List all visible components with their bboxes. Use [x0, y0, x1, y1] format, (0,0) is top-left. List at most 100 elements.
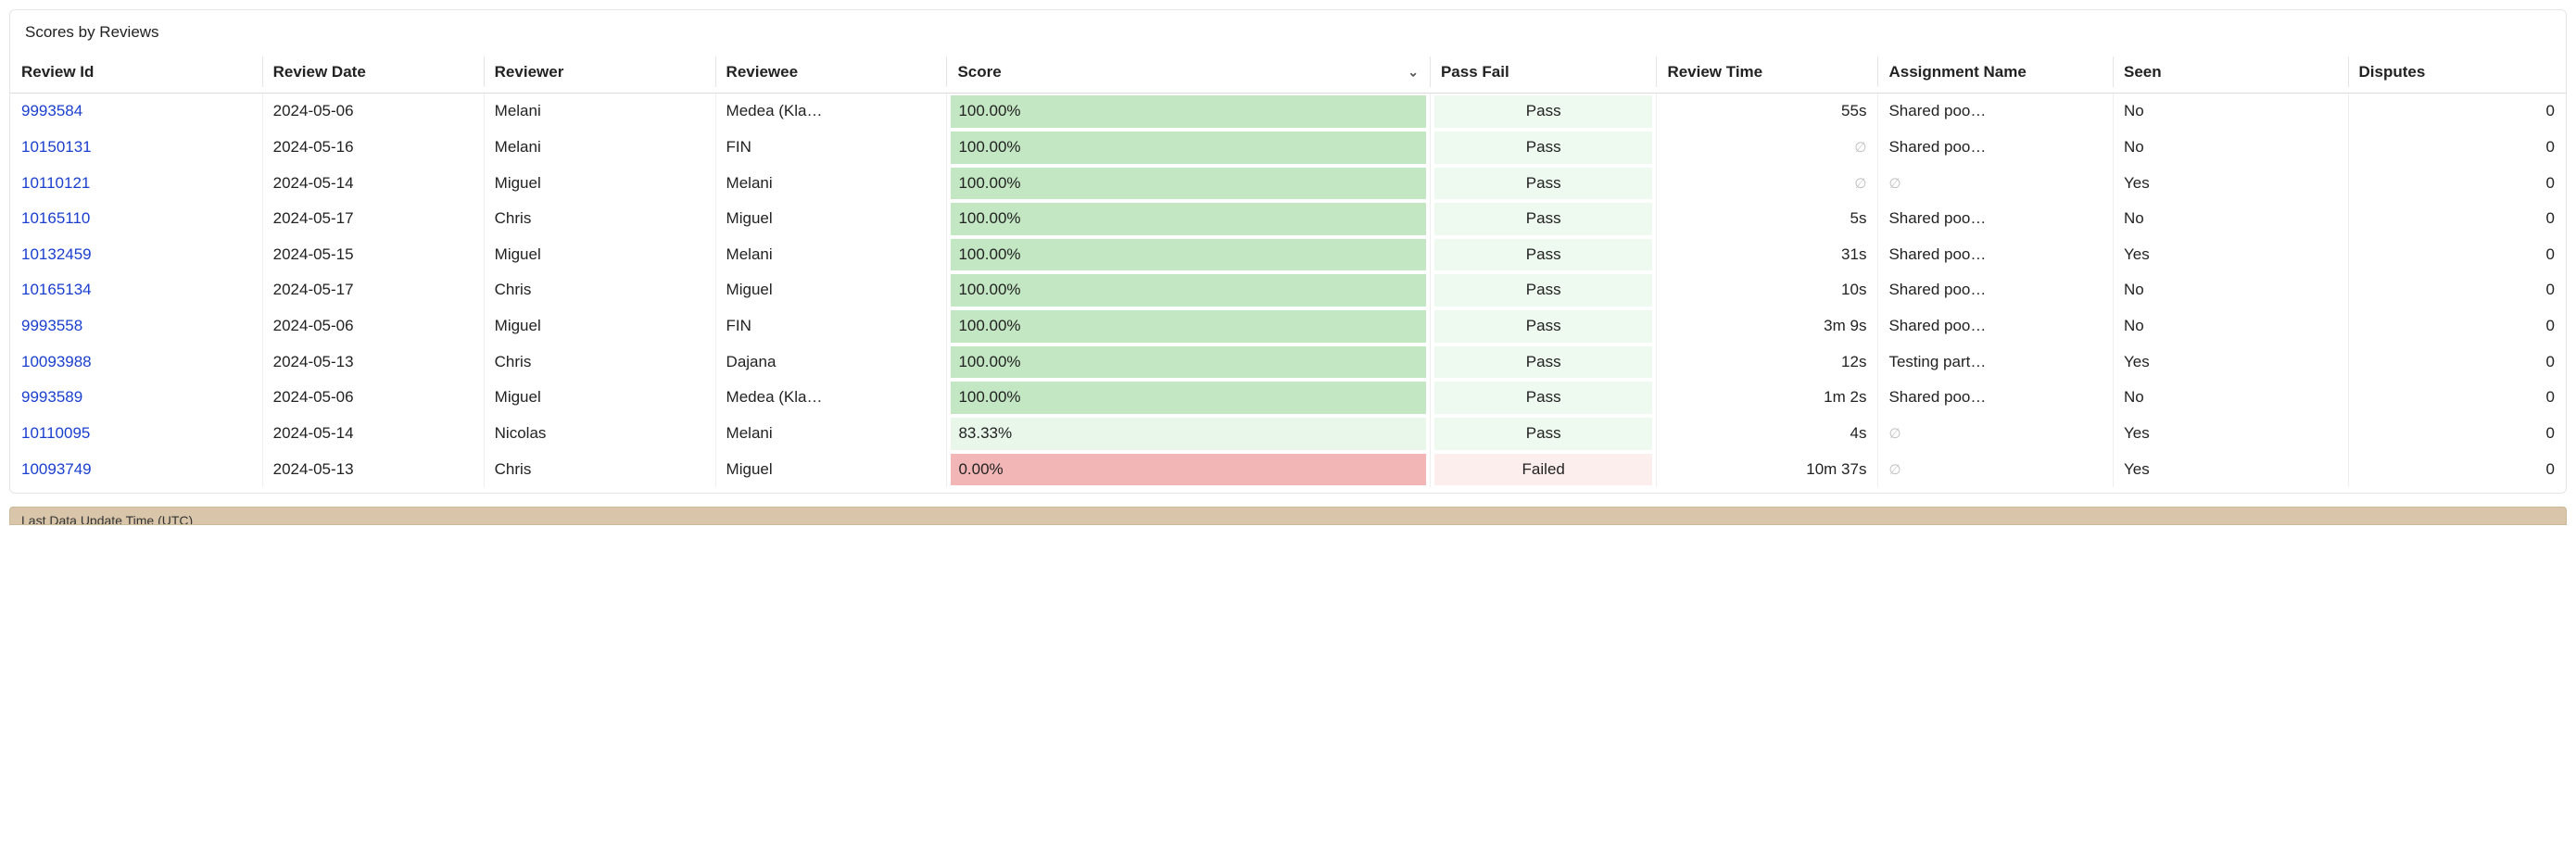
empty-icon: ∅ [1888, 426, 1900, 442]
review-id-link[interactable]: 10110121 [21, 174, 90, 192]
cell-score: 100.00% [946, 201, 1430, 237]
cell-score: 100.00% [946, 237, 1430, 273]
column-header-review_id[interactable]: Review Id [10, 51, 262, 94]
cell-disputes: 0 [2348, 308, 2567, 345]
column-header-disputes[interactable]: Disputes [2348, 51, 2567, 94]
score-value: 100.00% [951, 168, 1426, 200]
cell-disputes: 0 [2348, 272, 2567, 308]
review-id-link[interactable]: 10150131 [21, 138, 92, 156]
passfail-value: Pass [1434, 168, 1652, 200]
scores-panel: Scores by Reviews Review IdReview DateRe… [9, 9, 2567, 494]
table-row: 99935842024-05-06MelaniMedea (Kla…100.00… [10, 94, 2566, 130]
score-value: 100.00% [951, 274, 1426, 307]
passfail-value: Pass [1434, 239, 1652, 271]
cell-review-id: 10110095 [10, 416, 262, 452]
cell-assignment: ∅ [1877, 452, 2113, 488]
last-update-label: Last Data Update Time (UTC) [21, 513, 193, 525]
cell-disputes: 0 [2348, 380, 2567, 416]
cell-review-date: 2024-05-15 [262, 237, 484, 273]
cell-review-date: 2024-05-06 [262, 380, 484, 416]
review-id-link[interactable]: 10165110 [21, 209, 90, 227]
table-row: 101101212024-05-14MiguelMelani100.00%Pas… [10, 166, 2566, 202]
cell-reviewee: Miguel [715, 201, 947, 237]
cell-passfail: Pass [1430, 416, 1656, 452]
passfail-value: Pass [1434, 310, 1652, 343]
cell-reviewer: Chris [484, 272, 715, 308]
cell-seen: Yes [2113, 452, 2348, 488]
table-row: 100939882024-05-13ChrisDajana100.00%Pass… [10, 345, 2566, 381]
table-row: 99935892024-05-06MiguelMedea (Kla…100.00… [10, 380, 2566, 416]
cell-passfail: Pass [1430, 130, 1656, 166]
cell-review-date: 2024-05-06 [262, 94, 484, 130]
panel-title: Scores by Reviews [10, 10, 2566, 51]
review-id-link[interactable]: 9993584 [21, 102, 82, 119]
passfail-value: Pass [1434, 203, 1652, 235]
cell-score: 100.00% [946, 380, 1430, 416]
cell-passfail: Pass [1430, 380, 1656, 416]
review-id-link[interactable]: 9993589 [21, 388, 82, 406]
cell-score: 83.33% [946, 416, 1430, 452]
table-row: 99935582024-05-06MiguelFIN100.00%Pass3m … [10, 308, 2566, 345]
table-header: Review IdReview DateReviewerRevieweeScor… [10, 51, 2566, 94]
cell-reviewer: Chris [484, 452, 715, 488]
column-header-score[interactable]: Score⌄ [946, 51, 1430, 94]
table-row: 100937492024-05-13ChrisMiguel0.00%Failed… [10, 452, 2566, 488]
column-header-reviewee[interactable]: Reviewee [715, 51, 947, 94]
review-id-link[interactable]: 10132459 [21, 245, 92, 263]
cell-assignment: ∅ [1877, 166, 2113, 202]
review-id-link[interactable]: 10165134 [21, 281, 92, 298]
cell-disputes: 0 [2348, 452, 2567, 488]
cell-disputes: 0 [2348, 94, 2567, 130]
column-header-pass_fail[interactable]: Pass Fail [1430, 51, 1656, 94]
cell-reviewee: Miguel [715, 272, 947, 308]
review-id-link[interactable]: 10110095 [21, 424, 90, 442]
passfail-value: Pass [1434, 346, 1652, 379]
passfail-value: Failed [1434, 454, 1652, 486]
empty-icon: ∅ [1888, 176, 1900, 192]
cell-review-date: 2024-05-17 [262, 201, 484, 237]
cell-score: 0.00% [946, 452, 1430, 488]
passfail-value: Pass [1434, 382, 1652, 414]
cell-reviewee: FIN [715, 308, 947, 345]
cell-review-id: 10165134 [10, 272, 262, 308]
chevron-down-icon: ⌄ [1408, 64, 1419, 81]
cell-seen: No [2113, 308, 2348, 345]
scores-table: Review IdReview DateReviewerRevieweeScor… [10, 51, 2566, 487]
review-id-link[interactable]: 9993558 [21, 317, 82, 334]
score-value: 0.00% [951, 454, 1426, 486]
column-header-assignment[interactable]: Assignment Name [1877, 51, 2113, 94]
review-id-link[interactable]: 10093749 [21, 460, 92, 478]
cell-reviewee: Miguel [715, 452, 947, 488]
cell-passfail: Pass [1430, 272, 1656, 308]
cell-review-date: 2024-05-16 [262, 130, 484, 166]
cell-seen: Yes [2113, 166, 2348, 202]
cell-review-time: 5s [1656, 201, 1877, 237]
cell-assignment: Shared poo… [1877, 237, 2113, 273]
cell-review-time: 12s [1656, 345, 1877, 381]
column-header-reviewer[interactable]: Reviewer [484, 51, 715, 94]
cell-review-id: 9993589 [10, 380, 262, 416]
cell-reviewer: Miguel [484, 166, 715, 202]
cell-review-time: 4s [1656, 416, 1877, 452]
cell-seen: Yes [2113, 345, 2348, 381]
cell-score: 100.00% [946, 166, 1430, 202]
cell-assignment: Shared poo… [1877, 308, 2113, 345]
cell-disputes: 0 [2348, 345, 2567, 381]
cell-review-time: ∅ [1656, 166, 1877, 202]
table-row: 101651102024-05-17ChrisMiguel100.00%Pass… [10, 201, 2566, 237]
cell-review-id: 10093749 [10, 452, 262, 488]
column-header-review_time[interactable]: Review Time [1656, 51, 1877, 94]
column-header-review_date[interactable]: Review Date [262, 51, 484, 94]
cell-reviewer: Miguel [484, 380, 715, 416]
score-value: 83.33% [951, 418, 1426, 450]
score-value: 100.00% [951, 239, 1426, 271]
cell-passfail: Pass [1430, 237, 1656, 273]
column-header-seen[interactable]: Seen [2113, 51, 2348, 94]
table-row: 101501312024-05-16MelaniFIN100.00%Pass∅S… [10, 130, 2566, 166]
table-row: 101651342024-05-17ChrisMiguel100.00%Pass… [10, 272, 2566, 308]
review-id-link[interactable]: 10093988 [21, 353, 92, 370]
cell-reviewer: Chris [484, 345, 715, 381]
cell-passfail: Pass [1430, 94, 1656, 130]
cell-review-id: 10093988 [10, 345, 262, 381]
empty-icon: ∅ [1888, 462, 1900, 478]
